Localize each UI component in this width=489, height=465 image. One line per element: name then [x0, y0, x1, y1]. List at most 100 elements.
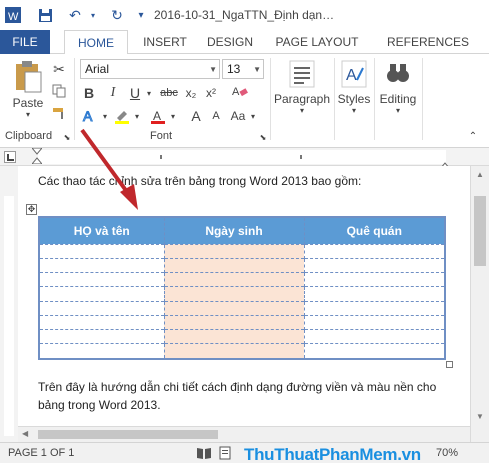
superscript-button[interactable]: x² — [202, 84, 220, 102]
font-name-box[interactable]: Arial ▼ — [80, 59, 220, 79]
undo-dropdown-icon[interactable]: ▾ — [88, 5, 98, 25]
collapse-ribbon-icon[interactable]: ⌃ — [466, 130, 480, 142]
table-row — [40, 258, 444, 273]
styles-icon: A — [341, 60, 367, 88]
table-cell[interactable] — [40, 328, 164, 344]
document-title: 2016-10-31_NgaTTN_Định dạn… — [154, 8, 335, 22]
tab-home[interactable]: HOME — [64, 30, 128, 55]
table-header-cell[interactable]: Quê quán — [303, 218, 444, 245]
tab-design[interactable]: DESIGN — [204, 30, 256, 54]
table-cell[interactable] — [303, 286, 444, 302]
outro-paragraph-line2[interactable]: bảng trong Word 2013. — [38, 398, 161, 412]
clipboard-launcher-icon[interactable]: ⬊ — [62, 132, 72, 142]
font-launcher-icon[interactable]: ⬊ — [258, 132, 268, 142]
text-effects-dropdown-icon[interactable]: ▾ — [100, 106, 110, 126]
redo-icon[interactable]: ↻ — [106, 5, 128, 25]
ribbon-tabs: FILE HOME INSERT DESIGN PAGE LAYOUT REFE… — [0, 30, 489, 55]
text-effects-icon[interactable]: A — [80, 106, 100, 126]
underline-dropdown-icon[interactable]: ▾ — [144, 84, 154, 102]
horizontal-scrollbar[interactable]: ◀ — [18, 426, 470, 442]
table-header-cell[interactable]: Ngày sinh — [163, 218, 304, 245]
font-name-dropdown-icon[interactable]: ▼ — [209, 65, 217, 74]
table-cell[interactable] — [303, 343, 444, 358]
ruler-column-marker[interactable] — [300, 155, 302, 159]
zoom-level[interactable]: 70% — [436, 447, 458, 459]
clear-formatting-icon[interactable]: A — [230, 82, 250, 100]
table-cell[interactable] — [40, 243, 164, 259]
editing-button[interactable]: Editing ▾ — [376, 60, 420, 115]
scroll-left-icon[interactable]: ◀ — [22, 429, 28, 438]
undo-icon[interactable]: ↶ — [64, 5, 86, 25]
scrollbar-thumb[interactable] — [474, 196, 486, 266]
outro-paragraph-line1[interactable]: Trên đây là hướng dẫn chi tiết cách định… — [38, 380, 436, 394]
table-cell[interactable] — [40, 300, 164, 316]
paragraph-button[interactable]: Paragraph ▾ — [272, 60, 332, 115]
cut-icon[interactable]: ✂ — [50, 60, 68, 78]
tab-page-layout[interactable]: PAGE LAYOUT — [272, 30, 362, 54]
table-cell[interactable] — [163, 328, 304, 344]
horizontal-ruler[interactable] — [0, 147, 489, 170]
hscrollbar-thumb[interactable] — [38, 430, 218, 439]
tab-references[interactable]: REFERENCES — [378, 30, 478, 54]
table-cell[interactable] — [303, 314, 444, 330]
table-cell[interactable] — [163, 258, 304, 273]
grow-font-icon[interactable]: A — [186, 106, 206, 126]
table-cell[interactable] — [163, 314, 304, 330]
vertical-scrollbar[interactable]: ▲ ▼ — [470, 166, 489, 442]
read-mode-icon[interactable] — [196, 446, 212, 463]
bold-button[interactable]: B — [80, 84, 98, 102]
table-cell[interactable] — [40, 343, 164, 358]
customize-qat-icon[interactable]: ▾ — [134, 5, 148, 25]
table-cell[interactable] — [163, 343, 304, 358]
vertical-ruler[interactable] — [0, 166, 18, 442]
strikethrough-button[interactable]: abc — [158, 84, 180, 102]
paste-button[interactable]: Paste ▾ — [6, 60, 50, 119]
highlight-dropdown-icon[interactable]: ▾ — [132, 106, 142, 126]
paragraph-icon — [289, 60, 315, 88]
table-move-handle-icon[interactable]: ✥ — [26, 204, 37, 215]
format-painter-icon[interactable] — [50, 104, 68, 122]
highlight-icon[interactable] — [112, 106, 132, 126]
page-count[interactable]: PAGE 1 OF 1 — [8, 447, 74, 459]
italic-button[interactable]: I — [104, 84, 122, 102]
font-color-dropdown-icon[interactable]: ▾ — [168, 106, 178, 126]
word-app-icon[interactable]: W — [2, 5, 24, 25]
copy-icon[interactable] — [50, 82, 68, 100]
ruler-column-marker[interactable] — [160, 155, 162, 159]
font-color-icon[interactable]: A — [148, 106, 168, 126]
font-size-box[interactable]: 13 ▼ — [222, 59, 264, 79]
table-cell[interactable] — [163, 243, 304, 259]
table-cell[interactable] — [163, 272, 304, 287]
print-layout-icon[interactable] — [218, 446, 232, 463]
table[interactable]: HỌ và tên Ngày sinh Quê quán — [38, 216, 446, 360]
table-cell[interactable] — [40, 258, 164, 273]
tab-file[interactable]: FILE — [0, 30, 50, 54]
table-resize-handle-icon[interactable] — [446, 361, 453, 368]
scroll-down-icon[interactable]: ▼ — [476, 412, 484, 421]
table-cell[interactable] — [303, 243, 444, 259]
table-cell[interactable] — [303, 300, 444, 316]
table-cell[interactable] — [163, 300, 304, 316]
font-size-dropdown-icon[interactable]: ▼ — [253, 65, 261, 74]
table-cell[interactable] — [40, 272, 164, 287]
table-header-cell[interactable]: HỌ và tên — [40, 218, 164, 244]
table-cell[interactable] — [303, 328, 444, 344]
change-case-dropdown-icon[interactable]: ▾ — [248, 106, 258, 126]
table-cell[interactable] — [303, 258, 444, 273]
scroll-up-icon[interactable]: ▲ — [476, 170, 484, 179]
subscript-button[interactable]: x₂ — [182, 84, 200, 102]
tab-selector-icon[interactable] — [4, 151, 16, 163]
shrink-font-icon[interactable]: A — [206, 106, 226, 126]
styles-button[interactable]: A Styles ▾ — [336, 60, 372, 115]
tab-insert[interactable]: INSERT — [138, 30, 192, 54]
table-row — [40, 314, 444, 330]
save-icon[interactable] — [34, 5, 56, 25]
table-cell[interactable] — [40, 286, 164, 302]
table-cell[interactable] — [40, 314, 164, 330]
change-case-icon[interactable]: Aa — [228, 106, 248, 126]
table-cell[interactable] — [163, 286, 304, 302]
table-cell[interactable] — [303, 272, 444, 287]
document-page[interactable]: Các thao tác chỉnh sửa trên bảng trong W… — [18, 128, 470, 442]
first-line-indent-icon[interactable] — [30, 147, 44, 167]
underline-button[interactable]: U — [126, 84, 144, 102]
